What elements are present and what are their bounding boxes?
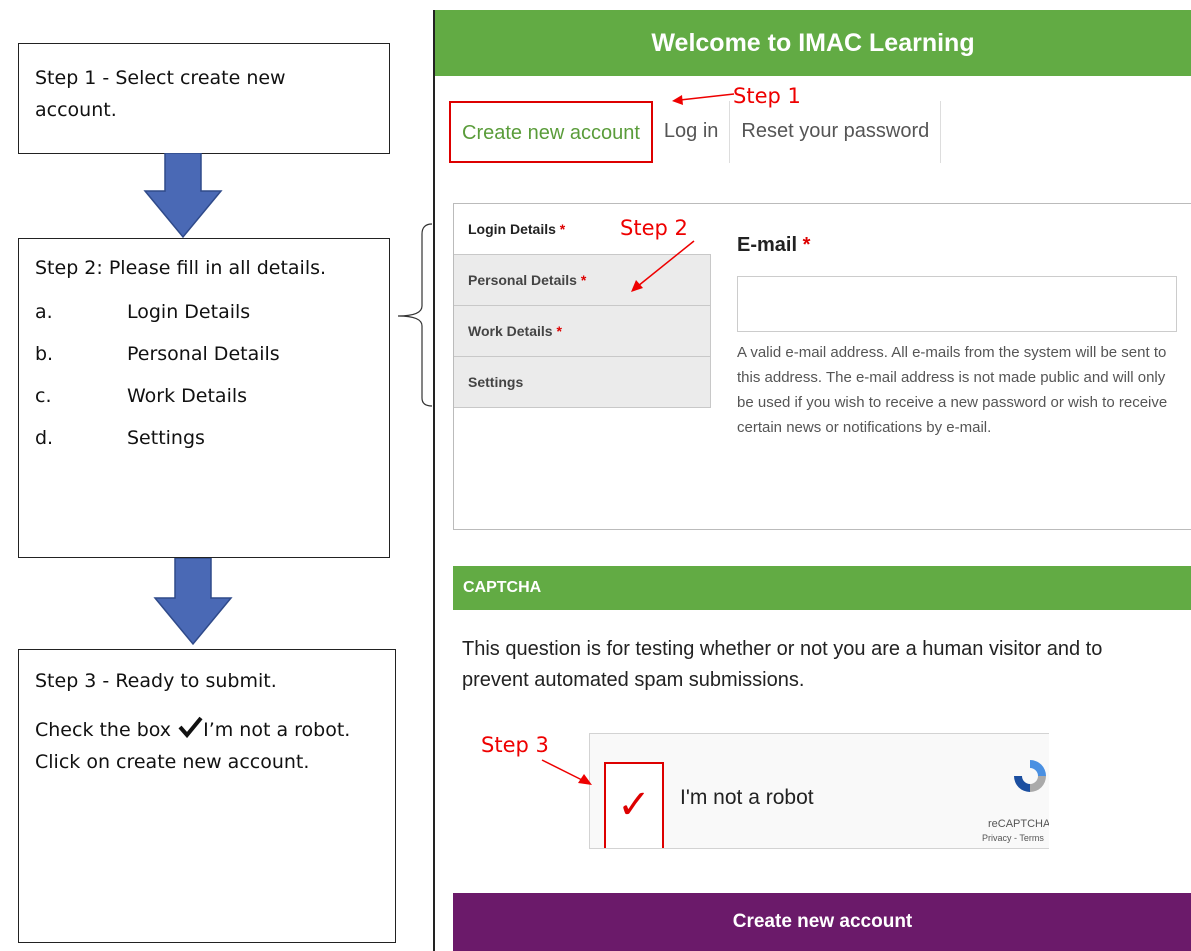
step3-instruction-box: Step 3 - Ready to submit. Check the box … — [18, 649, 396, 943]
step2-item-label: Settings — [127, 427, 205, 449]
email-help-text: A valid e-mail address. All e-mails from… — [737, 344, 1168, 436]
step3-annotation: Step 3 — [481, 733, 549, 757]
step2-item-label: Login Details — [127, 301, 251, 323]
vertical-tab-label: Settings — [468, 374, 524, 390]
brace-icon — [397, 223, 433, 407]
step2-item: b. Personal Details — [35, 342, 373, 366]
captcha-description: This question is for testing whether or … — [462, 638, 1103, 691]
vertical-tab-label: Personal Details — [468, 272, 577, 288]
vertical-tab-work-details[interactable]: Work Details * — [454, 306, 711, 357]
recaptcha-widget: ✓ I'm not a robot reCAPTCHA Privacy - Te… — [589, 733, 1049, 849]
required-marker: * — [580, 272, 587, 288]
registration-page: Welcome to IMAC Learning Create new acco… — [433, 10, 1191, 951]
required-marker: * — [802, 234, 811, 256]
required-marker: * — [556, 323, 562, 339]
tab-reset-password[interactable]: Reset your password — [730, 101, 942, 163]
step2-item-letter: c. — [35, 385, 52, 407]
step2-item-letter: d. — [35, 427, 54, 449]
registration-form: Login Details * Personal Details * Work … — [453, 203, 1191, 530]
annotation-arrow-icon — [672, 93, 735, 105]
step3-text-pre: Check the box — [35, 719, 172, 741]
step3-text: Check the box I’m not a robot. Click on … — [35, 714, 379, 778]
step2-text: Step 2: Please fill in all details. — [35, 257, 327, 279]
recaptcha-brand: reCAPTCHA — [988, 818, 1049, 830]
step2-item-label: Personal Details — [127, 343, 280, 365]
down-arrow-icon — [143, 153, 223, 239]
step2-item: d. Settings — [35, 426, 373, 450]
account-tabs: Create new account Log in Reset your pas… — [449, 101, 942, 163]
tab-create-new-account[interactable]: Create new account — [449, 101, 653, 163]
captcha-heading: CAPTCHA — [453, 566, 1191, 610]
step3-heading: Step 3 - Ready to submit. — [35, 670, 277, 692]
create-account-button[interactable]: Create new account — [453, 893, 1191, 951]
recaptcha-checkbox[interactable]: ✓ — [604, 762, 664, 848]
page-title: Welcome to IMAC Learning — [435, 10, 1191, 76]
step2-item-letter: b. — [35, 343, 54, 365]
step1-annotation: Step 1 — [733, 84, 801, 108]
tab-log-in[interactable]: Log in — [653, 101, 731, 163]
step2-item-label: Work Details — [127, 385, 248, 407]
step2-annotation: Step 2 — [620, 216, 688, 240]
step1-instruction-box: Step 1 - Select create new account. — [18, 43, 390, 154]
step1-text: Step 1 - Select create new account. — [35, 67, 286, 121]
annotation-arrow-icon — [541, 759, 592, 785]
annotation-arrow-icon — [631, 240, 695, 292]
step2-item: a. Login Details — [35, 300, 373, 324]
email-field[interactable] — [737, 276, 1177, 332]
recaptcha-label: I'm not a robot — [680, 786, 814, 809]
step2-instruction-box: Step 2: Please fill in all details. a. L… — [18, 238, 390, 558]
vertical-tab-label: Login Details — [468, 221, 556, 237]
vertical-tab-label: Work Details — [468, 323, 553, 339]
required-marker: * — [559, 221, 566, 237]
down-arrow-icon — [153, 558, 233, 646]
email-label-text: E-mail — [737, 234, 798, 256]
vertical-tab-settings[interactable]: Settings — [454, 357, 711, 408]
step2-item-letter: a. — [35, 301, 53, 323]
step2-item: c. Work Details — [35, 384, 373, 408]
email-label: E-mail * — [737, 234, 810, 257]
checkmark-icon — [178, 716, 203, 739]
recaptcha-logo-icon — [1014, 760, 1046, 792]
recaptcha-links[interactable]: Privacy - Terms — [982, 833, 1044, 843]
